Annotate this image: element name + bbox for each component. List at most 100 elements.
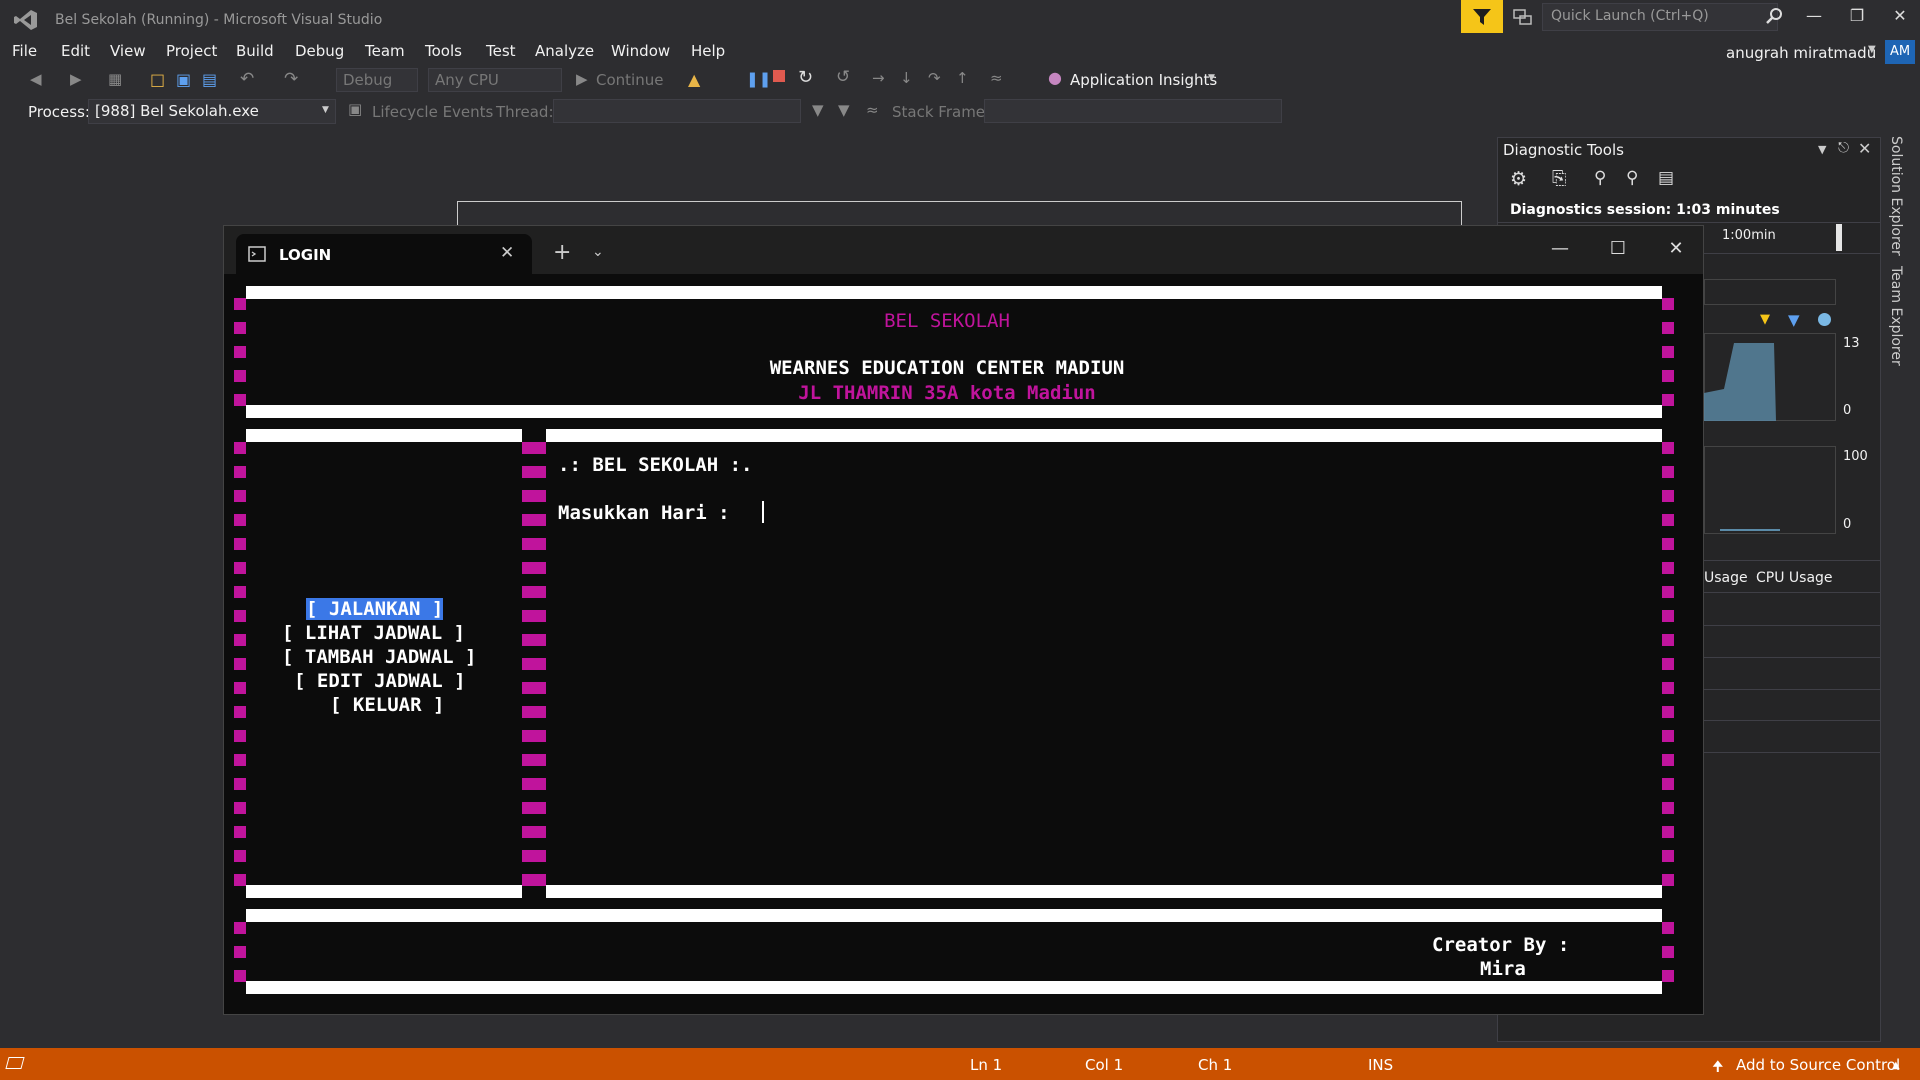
step-into-icon[interactable]: ↓ [900, 69, 913, 87]
navigate-back-icon[interactable]: ◀ [30, 70, 42, 88]
border-dot [534, 730, 546, 742]
solution-explorer-tab[interactable]: Solution Explorer [1888, 136, 1904, 256]
attach-icon[interactable]: ▲ [688, 70, 700, 89]
border-dot [234, 586, 246, 598]
save-icon[interactable]: ▣ [176, 70, 191, 89]
settings-gear-icon[interactable]: ⚙ [1510, 168, 1527, 190]
console-minimize-button[interactable]: — [1545, 238, 1575, 259]
menu-debug[interactable]: Debug [295, 42, 344, 60]
menu-help[interactable]: Help [691, 42, 725, 60]
step-out-icon[interactable]: ↑ [956, 69, 969, 87]
zoom-in-icon[interactable]: ⚲ [1594, 168, 1606, 188]
menu-project[interactable]: Project [166, 42, 217, 60]
menu-window[interactable]: Window [611, 42, 670, 60]
avatar[interactable]: AM [1885, 40, 1915, 64]
stack-frame-select[interactable] [984, 99, 1282, 123]
console-maximize-button[interactable]: ☐ [1603, 238, 1633, 259]
chevron-down-icon[interactable]: ▼ [1818, 143, 1826, 156]
cpu-chart-line [1720, 529, 1780, 531]
console-close-button[interactable]: ✕ [1661, 238, 1691, 259]
hot-reload-icon[interactable]: ↺ [836, 67, 850, 87]
output-window-icon[interactable] [5, 1057, 25, 1069]
border-dot [1662, 970, 1674, 982]
restore-window-button[interactable]: ❐ [1842, 6, 1872, 28]
thread-select[interactable] [553, 99, 801, 123]
new-tab-icon[interactable]: + [553, 240, 571, 265]
new-project-icon[interactable]: ▦ [108, 70, 122, 88]
undo-icon[interactable]: ↶ [240, 69, 254, 89]
close-icon[interactable]: ✕ [1858, 139, 1871, 158]
menu-option-keluar[interactable]: [ KELUAR ] [330, 694, 444, 716]
lifecycle-events-icon[interactable]: ▣ [348, 100, 362, 118]
show-next-statement-icon[interactable]: → [872, 69, 885, 87]
save-all-icon[interactable]: ▤ [202, 70, 217, 89]
menu-option-lihat-jadwal[interactable]: [ LIHAT JADWAL ] [282, 622, 465, 644]
platform-select[interactable]: Any CPU [428, 68, 562, 92]
configuration-select[interactable]: Debug [336, 68, 418, 92]
footer-border-top [246, 909, 1662, 922]
menu-edit[interactable]: Edit [61, 42, 90, 60]
minimize-window-button[interactable]: — [1799, 6, 1829, 28]
menu-file[interactable]: File [12, 42, 37, 60]
pause-icon[interactable]: ❚❚ [746, 70, 771, 88]
search-icon[interactable] [1765, 7, 1783, 25]
menu-analyze[interactable]: Analyze [535, 42, 594, 60]
tab-memory-usage[interactable]: Usage [1704, 570, 1748, 586]
menu-team[interactable]: Team [365, 42, 405, 60]
terminal-icon [248, 246, 266, 262]
reset-zoom-icon[interactable]: ▤ [1658, 168, 1674, 188]
export-icon[interactable]: ⎘ [1552, 168, 1566, 189]
filter-icon[interactable]: ▼ [812, 101, 824, 119]
process-select[interactable]: [988] Bel Sekolah.exe [88, 99, 336, 124]
content-box-border-top [546, 429, 1662, 442]
menu-test[interactable]: Test [486, 42, 516, 60]
menu-option-tambah-jadwal[interactable]: [ TAMBAH JADWAL ] [282, 646, 476, 668]
border-dot [1662, 874, 1674, 886]
play-icon[interactable]: ▶ [576, 70, 588, 88]
redo-icon[interactable]: ↷ [284, 69, 298, 89]
filter-flag-icon[interactable]: ▼ [838, 101, 850, 119]
border-dot [1662, 730, 1674, 742]
chevron-up-icon[interactable]: ▲ [1892, 1060, 1900, 1071]
border-dot [522, 658, 534, 670]
pin-icon[interactable]: ⎋ [1838, 140, 1849, 156]
text-cursor[interactable] [762, 501, 764, 523]
feedback-icon[interactable] [1512, 7, 1534, 27]
menu-option-jalankan[interactable]: [ JALANKAN ] [306, 598, 444, 620]
menu-build[interactable]: Build [236, 42, 274, 60]
border-dot [234, 562, 246, 574]
border-dot [522, 754, 534, 766]
border-dot [234, 778, 246, 790]
stop-icon[interactable] [773, 70, 785, 82]
border-dot [522, 514, 534, 526]
menu-tools[interactable]: Tools [425, 42, 462, 60]
navigate-forward-icon[interactable]: ▶ [70, 70, 82, 88]
restart-icon[interactable]: ↻ [798, 67, 813, 88]
chevron-down-icon[interactable]: ⌄ [592, 244, 604, 260]
quick-launch-input[interactable]: Quick Launch (Ctrl+Q) [1542, 3, 1778, 31]
chevron-down-icon[interactable]: ▼ [322, 105, 329, 115]
notification-filter-button[interactable] [1461, 0, 1503, 33]
chevron-down-icon[interactable]: ▼ [1868, 44, 1876, 55]
border-dot [534, 442, 546, 454]
border-dot [1662, 514, 1674, 526]
threads-flag-icon[interactable]: ≈ [866, 101, 879, 119]
timeline-handle[interactable] [1836, 224, 1842, 251]
application-insights-button[interactable]: Application Insights [1070, 71, 1217, 89]
step-over-icon[interactable]: ↷ [928, 69, 941, 87]
open-folder-icon[interactable]: □ [150, 70, 165, 89]
lifecycle-events-button[interactable]: Lifecycle Events [372, 103, 493, 121]
continue-button[interactable]: Continue [596, 71, 663, 89]
close-tab-icon[interactable]: ✕ [500, 243, 514, 263]
chevron-down-icon[interactable]: ▼ [1208, 73, 1215, 83]
menu-view[interactable]: View [110, 42, 146, 60]
threads-icon[interactable]: ≈ [990, 69, 1003, 87]
menu-option-edit-jadwal[interactable]: [ EDIT JADWAL ] [294, 670, 466, 692]
creator-name: Mira [1480, 958, 1526, 980]
close-window-button[interactable]: ✕ [1885, 6, 1915, 28]
zoom-out-icon[interactable]: ⚲ [1626, 168, 1638, 188]
tab-cpu-usage[interactable]: CPU Usage [1756, 570, 1833, 586]
user-name[interactable]: anugrah miratmadu [1726, 44, 1876, 62]
border-dot [1662, 922, 1674, 934]
add-to-source-control-button[interactable]: Add to Source Control [1736, 1056, 1900, 1074]
